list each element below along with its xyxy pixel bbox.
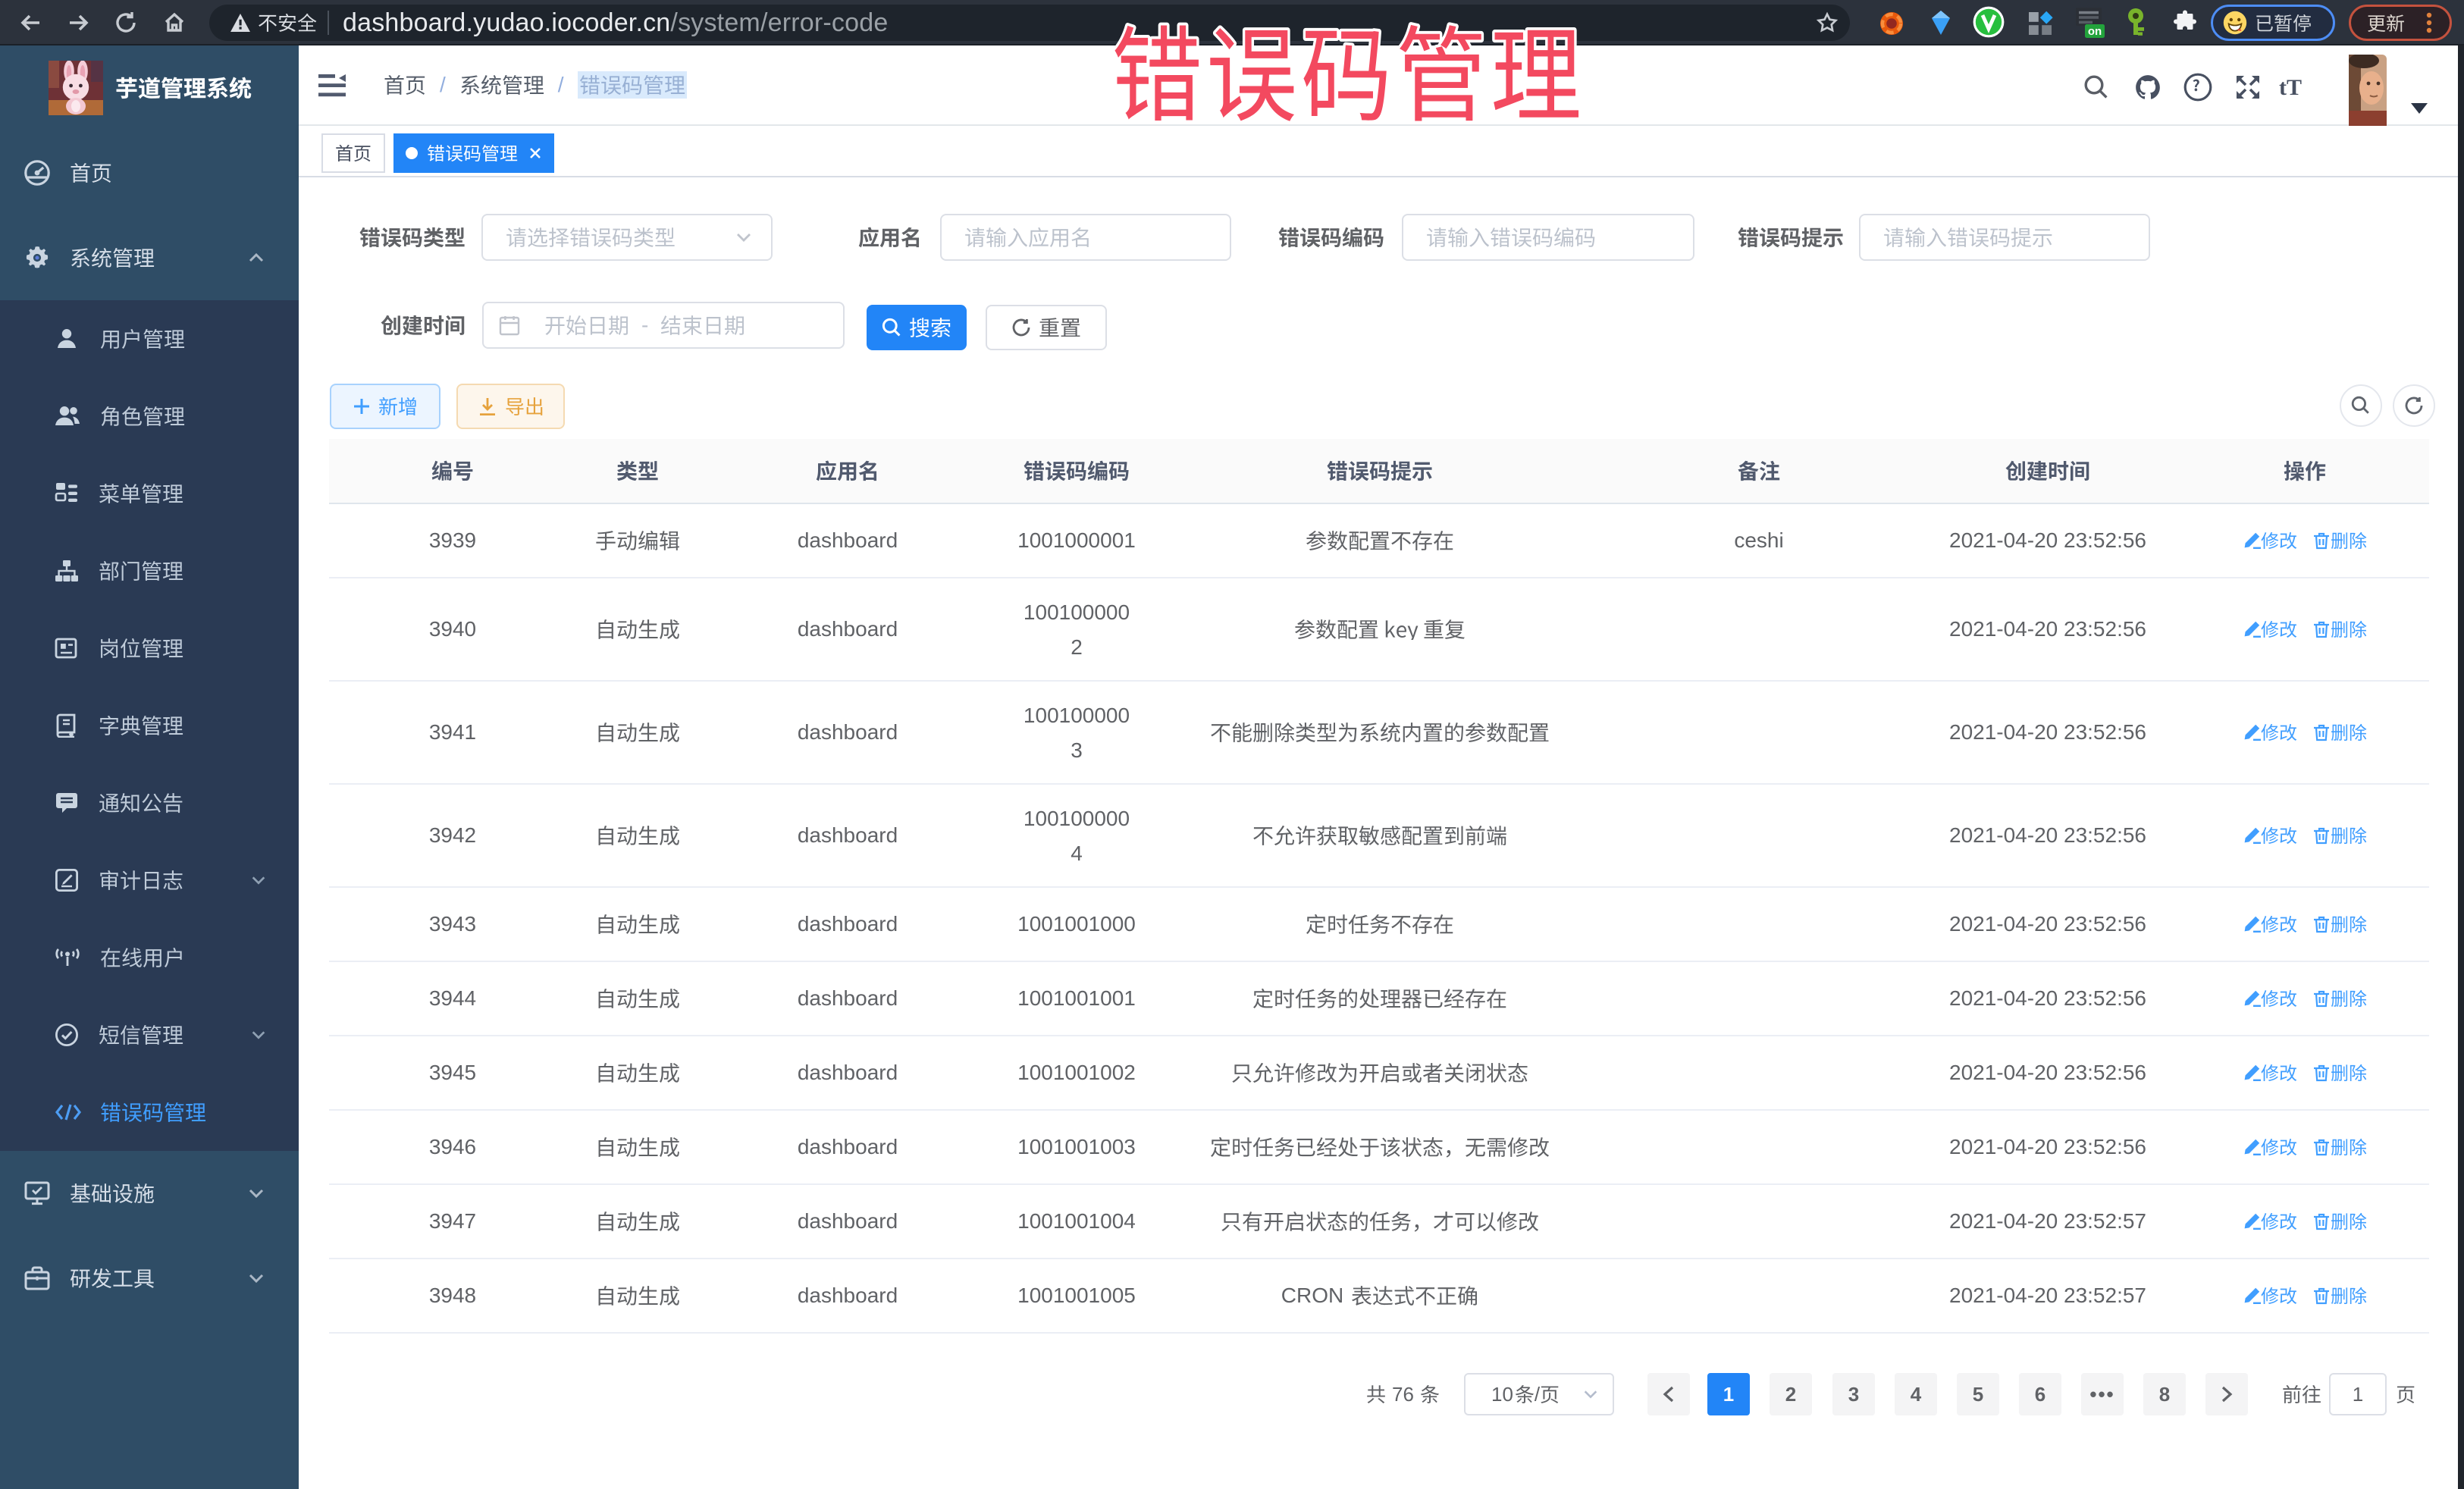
- svg-text:on: on: [2088, 25, 2102, 38]
